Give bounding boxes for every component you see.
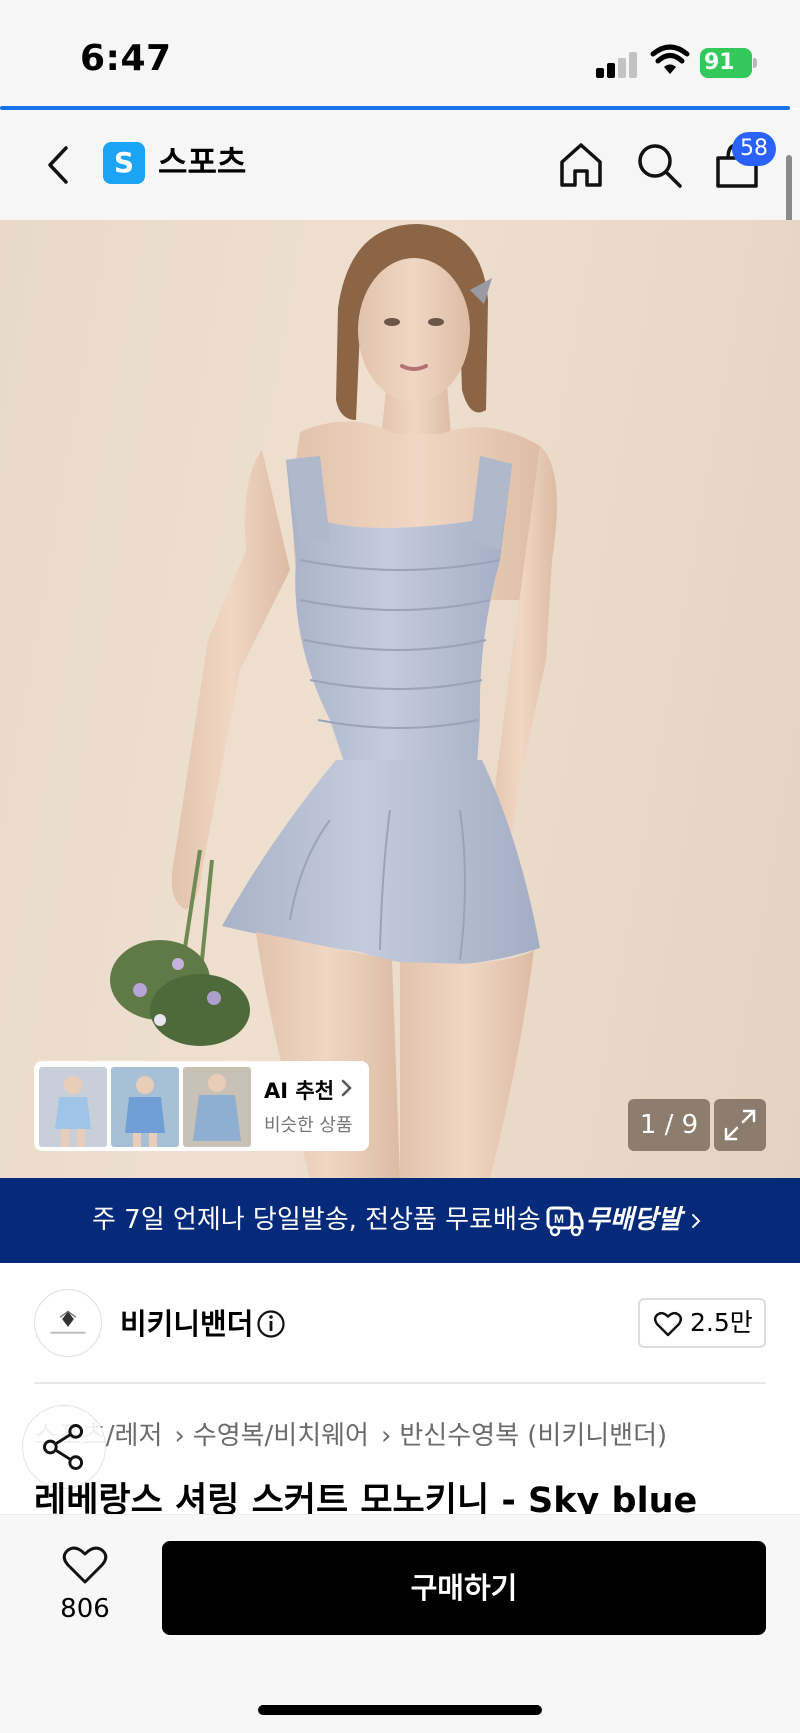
product-image-carousel[interactable]: AI 추천 비슷한 상품 1 / 9 <box>0 220 800 1178</box>
breadcrumb-item[interactable]: 반신수영복 (비키니밴더) <box>399 1421 667 1451</box>
shipping-banner[interactable]: 주 7일 언제나 당일발송, 전상품 무료배송 M 무배당발 <box>0 1178 800 1263</box>
breadcrumb-item[interactable]: 수영복/비치웨어 <box>193 1421 369 1451</box>
cellular-signal-icon <box>596 52 638 78</box>
ai-recommendation-title: AI 추천 <box>264 1079 335 1103</box>
recommendation-thumbnail-1[interactable] <box>39 1067 107 1147</box>
brand-name[interactable]: 비키니밴더 <box>120 1304 253 1344</box>
wifi-icon <box>650 44 690 74</box>
brand-like-count: 2.5만 <box>690 1308 753 1337</box>
recommendation-thumbnail-3[interactable] <box>183 1067 251 1147</box>
heart-icon[interactable] <box>62 1545 108 1585</box>
home-icon[interactable] <box>556 140 606 190</box>
recommendation-thumbnail-2[interactable] <box>111 1067 179 1147</box>
expand-icon[interactable] <box>714 1099 766 1151</box>
ai-recommendation-card[interactable]: AI 추천 비슷한 상품 <box>34 1061 369 1151</box>
status-time: 6:47 <box>80 38 172 79</box>
brand-logo[interactable] <box>34 1289 102 1357</box>
back-arrow-icon[interactable] <box>40 140 80 190</box>
wishlist-count: 806 <box>60 1594 110 1624</box>
heart-icon <box>654 1311 682 1337</box>
chevron-right-icon <box>692 1214 701 1228</box>
shipping-brand-label: 무배당발 <box>586 1205 682 1235</box>
category-logo[interactable]: S <box>103 142 145 184</box>
search-icon[interactable] <box>634 140 684 190</box>
shipping-banner-text: 주 7일 언제나 당일발송, 전상품 무료배송 <box>92 1205 541 1235</box>
ai-recommendation-subtitle: 비슷한 상품 <box>264 1115 353 1136</box>
category-title[interactable]: 스포츠 <box>158 140 246 184</box>
chevron-right-icon <box>341 1079 352 1097</box>
cart-count-badge: 58 <box>732 132 776 166</box>
section-divider <box>34 1382 766 1384</box>
product-photo <box>110 224 557 1178</box>
info-icon[interactable] <box>256 1309 286 1339</box>
battery-icon: 91 <box>700 48 757 78</box>
breadcrumb: 스포츠/레저 › 수영복/비치웨어 › 반신수영복 (비키니밴더) <box>34 1421 668 1451</box>
status-bar: 6:47 91 <box>0 0 800 110</box>
truck-icon: M <box>546 1206 584 1237</box>
svg-text:M: M <box>554 1212 564 1226</box>
battery-level: 91 <box>700 48 752 78</box>
brand-like-button[interactable]: 2.5만 <box>638 1298 766 1348</box>
image-page-counter: 1 / 9 <box>628 1099 710 1151</box>
buy-button[interactable]: 구매하기 <box>162 1541 766 1635</box>
home-indicator[interactable] <box>258 1705 542 1715</box>
top-nav-bar: S 스포츠 58 <box>0 110 800 220</box>
bottom-action-bar: 806 구매하기 <box>0 1514 800 1733</box>
